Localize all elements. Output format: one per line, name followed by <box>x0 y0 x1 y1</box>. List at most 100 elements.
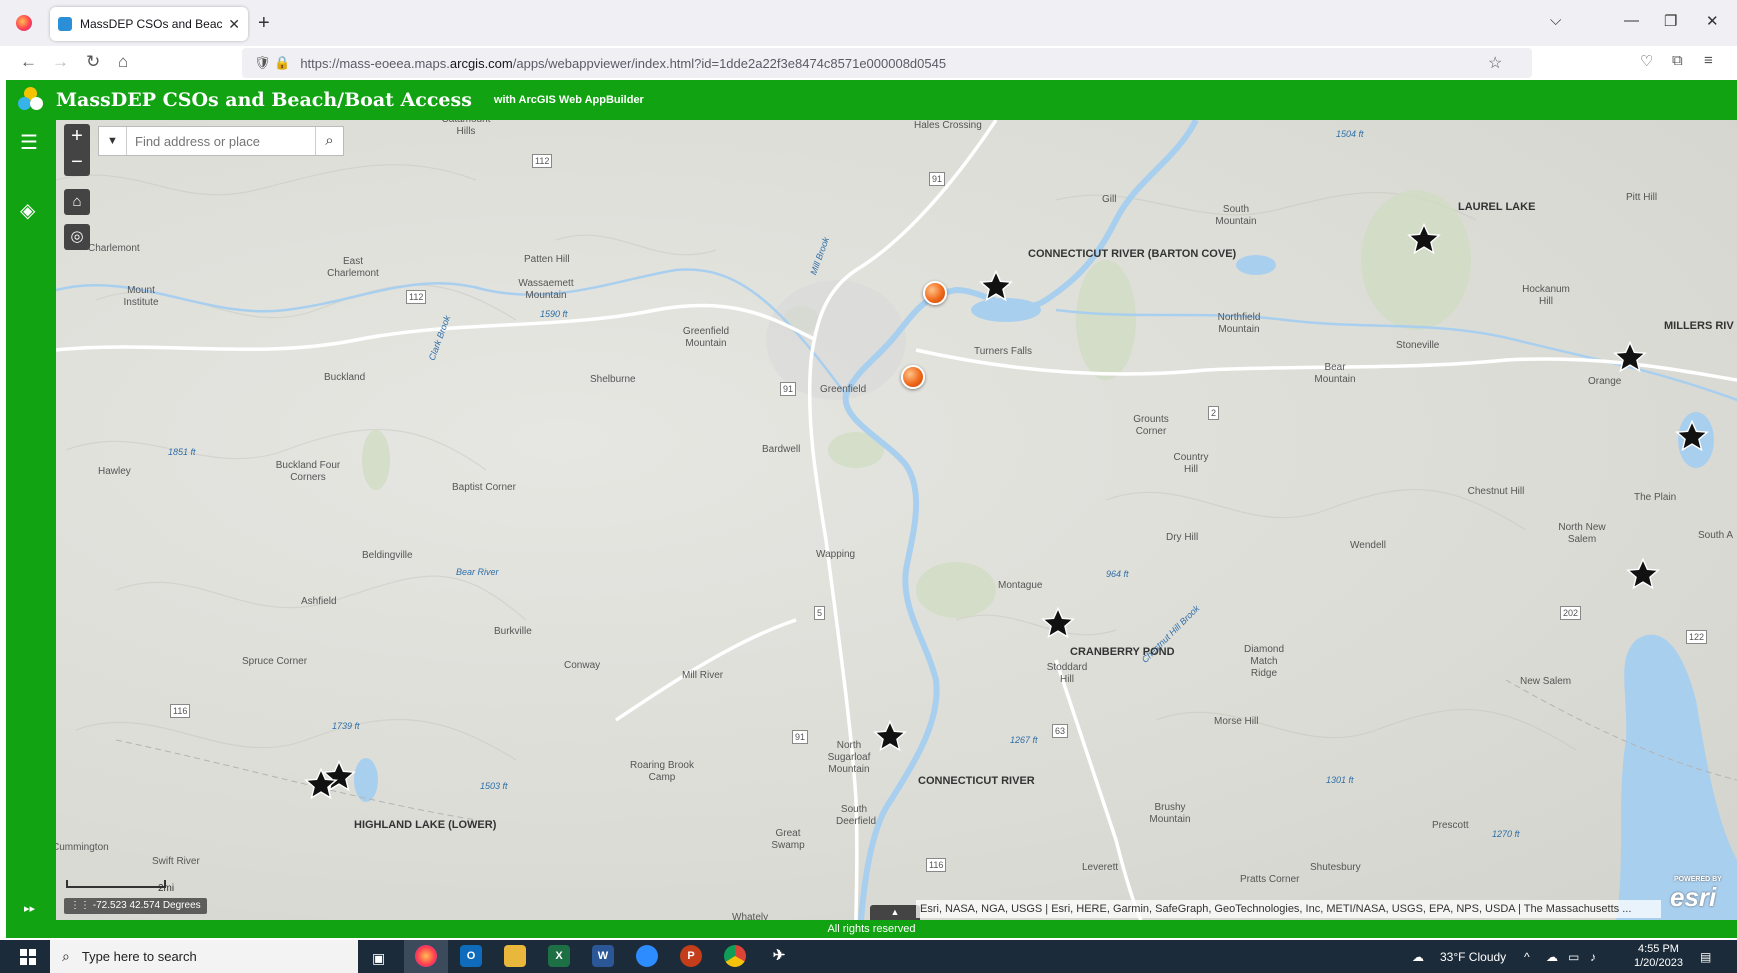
place-label: Catamount Hills <box>442 120 491 137</box>
map-view[interactable]: Hales Crossing Catamount Hills Charlemon… <box>56 120 1737 920</box>
volume-icon[interactable]: ♪ <box>1590 950 1596 964</box>
feature-label-highland-lake: HIGHLAND LAKE (LOWER) <box>354 819 497 831</box>
place-label: Stoneville <box>1396 340 1440 351</box>
road-shield: 202 <box>1560 606 1582 620</box>
access-star-marker[interactable] <box>1613 341 1647 375</box>
zoom-icon[interactable] <box>636 945 658 967</box>
excel-icon[interactable]: X <box>548 945 570 967</box>
access-star-marker[interactable] <box>1626 558 1660 592</box>
place-label: Roaring Brook Camp <box>630 760 694 783</box>
feature-label-barton-cove: CONNECTICUT RIVER (BARTON COVE) <box>1028 248 1237 260</box>
taskbar-search[interactable]: ⌕ Type here to search <box>50 940 358 973</box>
firefox-taskbar-icon[interactable] <box>415 945 437 967</box>
place-label: Patten Hill <box>524 254 570 265</box>
taskbar-clock[interactable]: 4:55 PM 1/20/2023 <box>1634 942 1683 970</box>
firefox-icon[interactable] <box>16 15 32 31</box>
geocoder-search: ▼ ⌕ <box>98 126 344 156</box>
weather-text[interactable]: 33°F Cloudy <box>1440 950 1506 964</box>
word-icon[interactable]: W <box>592 945 614 967</box>
place-label: Stoddard Hill <box>1046 662 1088 685</box>
outlook-icon[interactable]: O <box>460 945 482 967</box>
place-label: Turners Falls <box>974 346 1032 357</box>
esri-logo: POWERED BY esri <box>1670 876 1722 912</box>
place-label: South A <box>1698 530 1734 541</box>
place-label: Pitt Hill <box>1626 192 1658 203</box>
layers-icon[interactable]: ◈ <box>20 198 35 223</box>
water-label: Bear River <box>456 567 499 577</box>
zoom-out-button[interactable]: − <box>64 150 90 176</box>
place-label: Buckland Four Corners <box>275 460 341 483</box>
legend-list-icon[interactable]: ☰ <box>20 130 38 155</box>
cso-marker[interactable] <box>901 365 925 389</box>
elevation-label: 1851 ft <box>168 447 196 457</box>
road-shield: 63 <box>1052 724 1069 738</box>
road-shield: 91 <box>929 172 946 186</box>
tray-chevron-icon[interactable]: ^ <box>1524 950 1530 964</box>
tab-title: MassDEP CSOs and Beach/Boat <box>80 17 223 31</box>
tab-close-icon[interactable]: ✕ <box>228 16 240 33</box>
new-tab-icon[interactable]: + <box>258 12 270 35</box>
notifications-icon[interactable]: ▤ <box>1700 950 1711 964</box>
access-star-marker[interactable] <box>873 720 907 754</box>
app-subtitle: with ArcGIS Web AppBuilder <box>493 94 644 106</box>
pocket-icon[interactable]: ♡ <box>1640 52 1653 70</box>
attribution-toggle-icon[interactable]: ▲ <box>870 905 920 920</box>
access-star-marker[interactable] <box>1041 607 1075 641</box>
app-header: MassDEP CSOs and Beach/Boat Access with … <box>6 80 1737 120</box>
feature-label-connecticut-river: CONNECTICUT RIVER <box>918 775 1035 787</box>
place-label: Prescott <box>1432 820 1469 831</box>
acrobat-icon[interactable]: ✈ <box>768 945 790 967</box>
access-star-marker[interactable] <box>979 270 1013 304</box>
place-label: Country Hill <box>1173 452 1209 475</box>
elevation-label: 1270 ft <box>1492 829 1520 839</box>
place-label: Mount Institute <box>123 285 159 308</box>
access-star-marker[interactable] <box>304 768 338 802</box>
forward-icon[interactable]: → <box>52 52 69 72</box>
search-source-dropdown-icon[interactable]: ▼ <box>99 127 127 155</box>
road-shield: 116 <box>170 704 191 718</box>
onedrive-icon[interactable]: ☁ <box>1546 950 1558 964</box>
address-bar[interactable]: 🛡 🔒 https://mass-eoeea.maps.arcgis.com/a… <box>242 48 1532 78</box>
windows-start-icon[interactable] <box>20 949 36 965</box>
place-label: Wassaemett Mountain <box>518 278 574 301</box>
road-shield: 116 <box>926 858 947 872</box>
place-label: Beldingville <box>362 550 413 561</box>
search-icon[interactable]: ⌕ <box>315 127 343 155</box>
road-shield: 91 <box>792 730 809 744</box>
zoom-in-button[interactable]: + <box>64 124 90 150</box>
browser-tab[interactable]: MassDEP CSOs and Beach/Boat ✕ <box>50 7 248 41</box>
extensions-icon[interactable]: ⧉ <box>1672 52 1683 69</box>
access-star-marker[interactable] <box>1407 223 1441 257</box>
file-explorer-icon[interactable] <box>504 945 526 967</box>
chrome-icon[interactable] <box>724 945 746 967</box>
network-icon[interactable]: ▭ <box>1568 950 1579 964</box>
powerpoint-icon[interactable]: P <box>680 945 702 967</box>
reload-icon[interactable]: ↻ <box>86 52 100 72</box>
road-shield: 112 <box>406 290 427 304</box>
my-location-button[interactable]: ◎ <box>64 224 90 250</box>
task-view-icon[interactable]: ▣ <box>372 950 385 967</box>
place-label: Gill <box>1102 194 1117 205</box>
zoom-control: + − <box>64 124 90 176</box>
restore-icon[interactable]: ❐ <box>1664 12 1677 30</box>
place-label: Great Swamp <box>771 828 805 851</box>
elevation-label: 1739 ft <box>332 721 360 731</box>
place-label: Leverett <box>1082 862 1119 873</box>
back-icon[interactable]: ← <box>20 52 37 72</box>
coordinate-readout[interactable]: ⋮⋮ -72.523 42.574 Degrees <box>64 898 207 914</box>
url-text: https://mass-eoeea.maps.arcgis.com/apps/… <box>300 55 947 71</box>
search-input[interactable] <box>127 127 315 155</box>
close-window-icon[interactable]: ✕ <box>1706 12 1719 30</box>
home-icon[interactable]: ⌂ <box>118 52 128 72</box>
tab-list-chevron-icon[interactable]: ⌵ <box>1550 12 1561 29</box>
place-label: Bear Mountain <box>1314 362 1356 385</box>
home-view-button[interactable]: ⌂ <box>64 189 90 215</box>
cso-marker[interactable] <box>923 281 947 305</box>
place-label: Mill River <box>682 670 724 681</box>
menu-icon[interactable]: ≡ <box>1704 52 1713 69</box>
minimize-icon[interactable]: — <box>1624 12 1639 29</box>
access-star-marker[interactable] <box>1675 420 1709 454</box>
place-label: Conway <box>564 660 601 671</box>
weather-icon[interactable]: ☁ <box>1412 950 1424 964</box>
expand-rail-icon[interactable]: ▸▸ <box>24 902 35 915</box>
